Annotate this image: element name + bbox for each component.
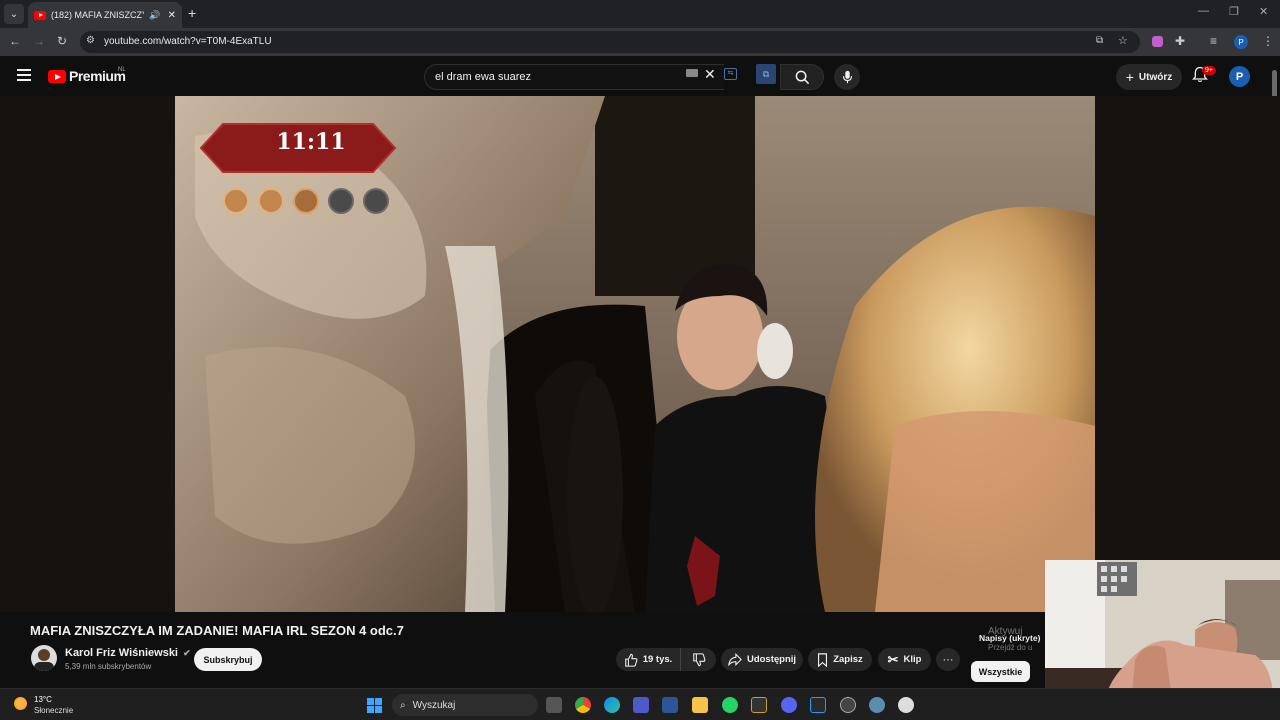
more-actions-button[interactable]: ···	[936, 648, 960, 671]
voice-search-button[interactable]	[834, 64, 860, 90]
install-app-icon[interactable]: ⧉	[1096, 35, 1103, 46]
thumbs-down-icon	[692, 652, 705, 666]
windows-start-icon[interactable]	[367, 698, 382, 713]
steam-icon[interactable]	[840, 697, 856, 713]
windows-taskbar: 13°C Słonecznie ⌕ Wyszukaj	[0, 688, 1280, 720]
bookmark-icon	[818, 652, 828, 667]
tab-search-button[interactable]: ⌄	[4, 4, 24, 24]
share-label: Udostępnij	[746, 654, 797, 665]
save-button[interactable]: Zapisz	[808, 648, 872, 671]
clip-label: Klip	[903, 654, 922, 665]
search-input[interactable]: el dram ewa suarez	[424, 64, 724, 90]
extension-search-icon[interactable]: ⧉	[756, 64, 776, 84]
forward-icon[interactable]: →	[33, 34, 45, 48]
channel-name[interactable]: Karol Friz Wiśniewski ✔	[65, 647, 191, 659]
like-count: 19 tys.	[642, 654, 673, 665]
verified-icon: ✔	[183, 648, 191, 658]
plus-icon: +	[1125, 69, 1134, 85]
create-label: Utwórz	[1138, 71, 1173, 83]
share-button[interactable]: Udostępnij	[721, 648, 803, 671]
whatsapp-icon[interactable]	[722, 697, 738, 713]
logo-region: NL	[118, 67, 126, 73]
media-control-icon[interactable]: ≡	[1210, 34, 1217, 48]
sun-weather-icon[interactable]	[14, 697, 27, 710]
reload-icon[interactable]: ↻	[57, 34, 67, 48]
taskbar-search-icon: ⌕	[400, 699, 406, 711]
notifications-badge: 9+	[1202, 66, 1216, 75]
task-view-icon[interactable]	[546, 697, 562, 713]
back-icon[interactable]: ←	[9, 34, 21, 48]
app-icon-2[interactable]	[810, 697, 826, 713]
hamburger-menu-icon[interactable]	[17, 69, 31, 81]
create-button[interactable]: + Utwórz	[1116, 64, 1182, 90]
teams-icon[interactable]	[633, 697, 649, 713]
search-query[interactable]: el dram ewa suarez	[435, 71, 531, 83]
profile-icon[interactable]: P	[1234, 35, 1248, 49]
minimize-icon[interactable]: —	[1198, 5, 1209, 17]
settings-gear-icon[interactable]	[869, 697, 885, 713]
keyboard-icon[interactable]	[686, 69, 698, 77]
video-title: MAFIA ZNISZCZYŁA IM ZADANIE! MAFIA IRL S…	[30, 623, 404, 638]
scissors-icon: ✂	[887, 651, 899, 667]
menu-kebab-icon[interactable]: ⋮	[1262, 34, 1274, 48]
share-icon	[728, 653, 742, 666]
subscribe-button[interactable]: Subskrybuj	[194, 648, 262, 671]
youtube-logo-icon[interactable]	[48, 70, 66, 83]
youtube-favicon-icon	[34, 10, 46, 20]
extensions-puzzle-icon[interactable]: ✚	[1175, 34, 1185, 48]
search-button[interactable]	[780, 64, 824, 90]
like-button[interactable]: 19 tys.	[616, 648, 680, 671]
microphone-icon	[842, 70, 852, 84]
weather-temperature[interactable]: 13°C	[34, 695, 52, 704]
chrome-icon[interactable]	[575, 697, 591, 713]
app-icon-3[interactable]	[898, 697, 914, 713]
restore-icon[interactable]: ❐	[1229, 5, 1239, 18]
taskbar-search-placeholder: Wyszukaj	[412, 699, 456, 711]
search-icon	[795, 70, 809, 84]
activate-windows-subtitle: Przejdź do u	[988, 643, 1033, 652]
video-frame	[175, 96, 1095, 612]
app-icon[interactable]	[751, 697, 767, 713]
youtube-masthead: Premium NL el dram ewa suarez ✕ ⇆ ⧉ + Ut…	[0, 56, 1280, 96]
channel-name-text[interactable]: Karol Friz Wiśniewski	[65, 647, 178, 659]
avatar[interactable]: P	[1229, 66, 1250, 87]
taskbar-search-box[interactable]: ⌕ Wyszukaj	[392, 694, 538, 716]
discord-icon[interactable]	[781, 697, 797, 713]
speaker-icon[interactable]: 🔊	[149, 10, 160, 21]
clip-button[interactable]: ✂ Klip	[878, 648, 931, 671]
file-explorer-icon[interactable]	[692, 697, 708, 713]
challenge-timer: 11:11	[276, 129, 346, 155]
address-bar[interactable]: ⚙ youtube.com/watch?v=T0M-4ExaTLU ⧉ ☆	[80, 31, 1140, 53]
save-label: Zapisz	[833, 654, 863, 665]
tab-title: (182) MAFIA ZNISZCZYŁA IM	[51, 10, 144, 20]
edge-icon[interactable]	[604, 697, 620, 713]
bookmark-star-icon[interactable]: ☆	[1118, 34, 1128, 47]
logo-text[interactable]: Premium	[69, 68, 126, 84]
filter-chip-all[interactable]: Wszystkie	[971, 661, 1030, 682]
browser-tab-strip: ⌄ (182) MAFIA ZNISZCZYŁA IM 🔊 ✕ + — ❐ ✕	[0, 0, 1280, 28]
browser-toolbar: ← → ↻ ⚙ youtube.com/watch?v=T0M-4ExaTLU …	[0, 28, 1280, 56]
dislike-button[interactable]	[680, 648, 716, 671]
subscriber-count: 5,39 mln subskrybentów	[65, 662, 152, 671]
new-tab-button[interactable]: +	[188, 5, 196, 21]
weather-description[interactable]: Słonecznie	[34, 706, 73, 715]
window-close-icon[interactable]: ✕	[1259, 5, 1268, 18]
active-tab[interactable]: (182) MAFIA ZNISZCZYŁA IM 🔊 ✕	[28, 2, 182, 28]
clear-search-icon[interactable]: ✕	[704, 66, 716, 83]
tab-close-icon[interactable]: ✕	[168, 10, 176, 21]
extension-icon[interactable]	[1152, 36, 1163, 47]
site-info-icon[interactable]: ⚙	[86, 35, 95, 46]
video-player[interactable]: 11:11	[175, 96, 1095, 612]
translate-extension-icon[interactable]: ⇆	[724, 68, 737, 80]
store-icon[interactable]	[662, 697, 678, 713]
url-text[interactable]: youtube.com/watch?v=T0M-4ExaTLU	[104, 36, 272, 47]
captions-label: Napisy (ukryte)	[979, 633, 1041, 643]
thumbs-up-icon	[624, 653, 638, 667]
channel-avatar[interactable]	[31, 645, 57, 671]
